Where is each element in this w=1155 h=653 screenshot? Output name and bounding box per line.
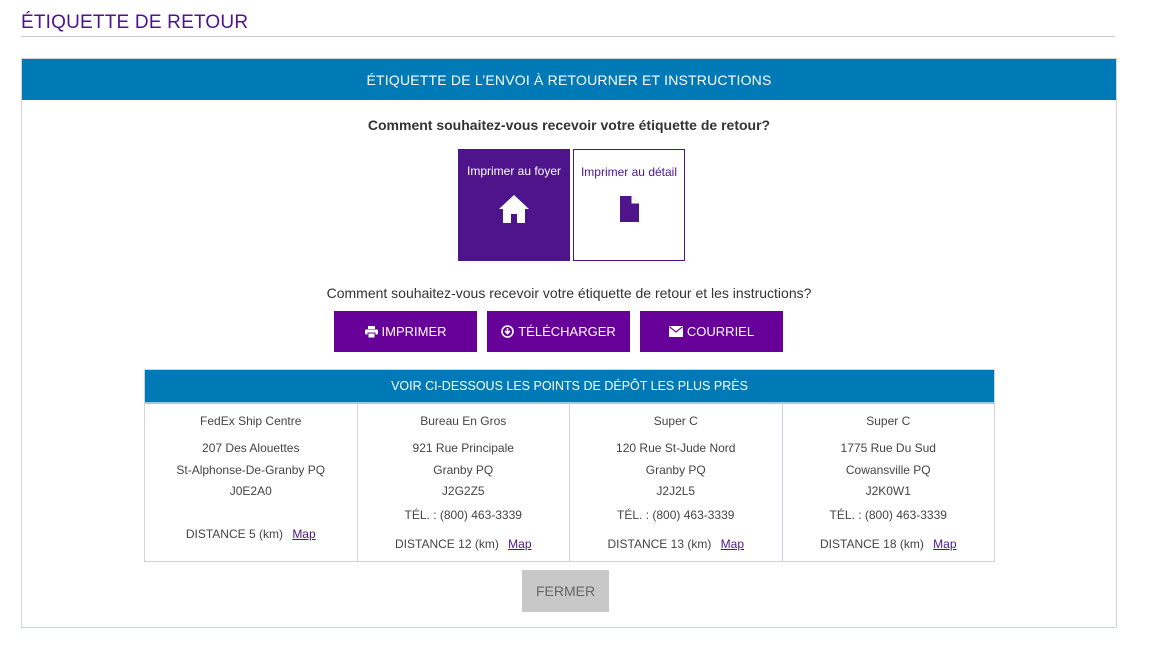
- distance-label: DISTANCE: [607, 536, 668, 551]
- location-city: Cowansville PQ: [845, 462, 931, 477]
- printer-icon: [364, 325, 378, 338]
- title-divider: [21, 36, 1115, 37]
- receive-method-question: Comment souhaitez-vous recevoir votre ét…: [367, 117, 771, 133]
- location-card: Super C 1775 Rue Du Sud Cowansville PQ J…: [783, 404, 995, 561]
- panel-header: ÉTIQUETTE DE L’ENVOI À RETOURNER ET INST…: [22, 59, 1116, 100]
- location-name: Super C: [866, 414, 911, 428]
- return-label-panel: ÉTIQUETTE DE L’ENVOI À RETOURNER ET INST…: [21, 58, 1117, 628]
- distance-value: 13 (km): [670, 536, 712, 551]
- download-icon: [501, 325, 515, 338]
- location-city: Granby PQ: [645, 462, 706, 477]
- map-link[interactable]: Map: [292, 527, 315, 541]
- location-postal: J0E2A0: [229, 484, 272, 498]
- location-city: St-Alphonse-De-Granby PQ: [176, 462, 326, 477]
- option-label: Imprimer au foyer: [466, 164, 562, 178]
- distance-value: 12 (km): [458, 536, 499, 551]
- location-name: FedEx Ship Centre: [200, 414, 302, 428]
- location-address: 1775 Rue Du Sud: [840, 441, 936, 455]
- home-icon: [498, 194, 530, 227]
- option-label: Imprimer au détail: [580, 165, 678, 179]
- location-card: Bureau En Gros 921 Rue Principale Granby…: [358, 404, 570, 561]
- location-postal: J2J2L5: [656, 484, 696, 498]
- option-print-at-retail[interactable]: Imprimer au détail: [573, 149, 685, 261]
- download-button[interactable]: TÉLÉCHARGER: [487, 311, 630, 352]
- distance-label: DISTANCE: [185, 526, 246, 541]
- option-print-at-home[interactable]: Imprimer au foyer: [458, 149, 570, 261]
- map-link[interactable]: Map: [508, 537, 531, 551]
- location-name: Bureau En Gros: [420, 414, 507, 428]
- location-address: 207 Des Alouettes: [202, 441, 300, 455]
- location-postal: J2G2Z5: [441, 484, 485, 498]
- distance-value: 18 (km): [883, 536, 924, 551]
- location-card: FedEx Ship Centre 207 Des Alouettes St-A…: [145, 404, 358, 561]
- email-button-label: COURRIEL: [686, 324, 755, 339]
- close-button[interactable]: FERMER: [522, 570, 609, 612]
- location-distance: DISTANCE 5 (km) Map: [186, 527, 316, 541]
- document-icon: [618, 195, 640, 226]
- distance-value: 5 (km): [248, 526, 283, 541]
- location-card: Super C 120 Rue St-Jude Nord Granby PQ J…: [570, 404, 783, 561]
- distance-label: DISTANCE: [395, 536, 455, 551]
- dropoff-locations: VOIR CI-DESSOUS LES POINTS DE DÉPÔT LES …: [144, 369, 995, 562]
- locations-row: FedEx Ship Centre 207 Des Alouettes St-A…: [145, 404, 994, 561]
- location-postal: J2K0W1: [865, 484, 911, 498]
- location-address: 921 Rue Principale: [412, 441, 514, 455]
- print-button-label: IMPRIMER: [381, 324, 447, 339]
- email-button[interactable]: COURRIEL: [640, 311, 783, 352]
- distance-label: DISTANCE: [820, 536, 880, 551]
- page-title: ÉTIQUETTE DE RETOUR: [21, 12, 249, 33]
- location-phone: TÉL. : (800) 463-3339: [829, 507, 947, 522]
- print-button[interactable]: IMPRIMER: [334, 311, 477, 352]
- location-name: Super C: [653, 414, 698, 428]
- location-distance: DISTANCE 13 (km) Map: [608, 537, 745, 551]
- location-phone: TÉL. : (800) 463-3339: [617, 507, 735, 522]
- download-button-label: TÉLÉCHARGER: [518, 324, 616, 339]
- location-distance: DISTANCE 18 (km) Map: [820, 537, 957, 551]
- dropoff-header: VOIR CI-DESSOUS LES POINTS DE DÉPÔT LES …: [145, 370, 994, 404]
- delivery-method-question: Comment souhaitez-vous recevoir votre ét…: [326, 285, 812, 301]
- map-link[interactable]: Map: [721, 537, 744, 551]
- location-phone: TÉL. : (800) 463-3339: [404, 507, 522, 522]
- location-city: Granby PQ: [433, 462, 494, 477]
- map-link[interactable]: Map: [933, 537, 956, 551]
- location-distance: DISTANCE 12 (km) Map: [395, 537, 532, 551]
- location-address: 120 Rue St-Jude Nord: [616, 441, 736, 455]
- envelope-icon: [668, 326, 683, 337]
